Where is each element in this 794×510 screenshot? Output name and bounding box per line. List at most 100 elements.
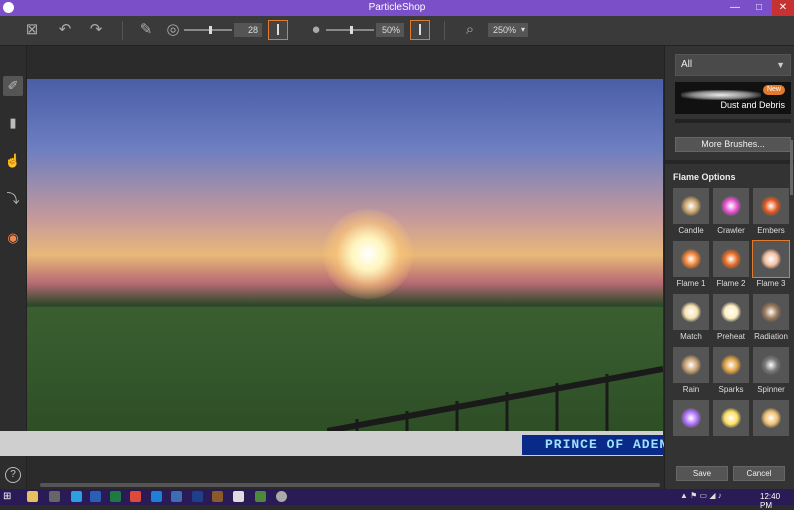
brush-label: Flame 2 <box>716 279 746 288</box>
panel-divider <box>665 160 794 164</box>
opacity-icon: ● <box>311 21 321 38</box>
particleshop-taskbar-icon[interactable] <box>276 491 287 502</box>
brush-thumbnail <box>673 188 709 224</box>
brush-thumbnail <box>753 188 789 224</box>
save-button[interactable]: Save <box>676 466 728 481</box>
brush-tile[interactable]: Flame 3 <box>752 240 790 291</box>
brush-tile[interactable]: Radiation <box>753 294 789 344</box>
brush-thumbnail <box>713 347 749 383</box>
toolbar: ⊠ ↶ ↷ ✎ ◎ 28 ● 50% ⌕ 250% ▾ <box>0 16 794 46</box>
brush-size-slider-knob[interactable] <box>209 26 212 34</box>
opacity-pressure-button[interactable] <box>410 20 430 40</box>
brush-preview-glow <box>721 302 741 322</box>
cancel-button[interactable]: Cancel <box>733 466 785 481</box>
brush-tile[interactable]: Sparks <box>713 347 749 397</box>
brush-pack-card[interactable]: New Dust and Debris <box>675 82 791 114</box>
close-button[interactable]: ✕ <box>772 0 794 16</box>
brush-preview-glow <box>761 408 781 428</box>
brush-label: Spinner <box>757 385 785 394</box>
brush-thumbnail <box>673 347 709 383</box>
opacity-value[interactable]: 50% <box>376 23 404 37</box>
brush-tile[interactable]: Embers <box>753 188 789 238</box>
photoshop-icon[interactable] <box>192 491 203 502</box>
clock: 12:40 PM <box>760 492 781 510</box>
brush-label: Crawler <box>717 226 745 235</box>
brush-tool-icon[interactable]: ✎ <box>136 20 156 40</box>
brush-label: Candle <box>678 226 704 235</box>
sun-glow <box>323 209 413 299</box>
brush-thumbnail <box>713 400 749 436</box>
brush-size-value[interactable]: 28 <box>234 23 262 37</box>
size-pressure-button[interactable] <box>268 20 288 40</box>
file-explorer-icon[interactable] <box>27 491 38 502</box>
eraser-icon[interactable]: ▮ <box>3 113 23 133</box>
brush-preview-glow <box>681 408 701 428</box>
zoom-icon[interactable]: ⌕ <box>460 20 480 40</box>
smudge-icon[interactable]: ☝ <box>3 151 23 171</box>
more-brushes-button[interactable]: More Brushes... <box>675 137 791 152</box>
brush-thumbnail <box>713 188 749 224</box>
brush-tile[interactable]: Rain <box>673 347 709 397</box>
app-icon[interactable] <box>233 491 244 502</box>
painter-icon[interactable] <box>212 491 223 502</box>
right-panel: All ▼ New Dust and Debris More Brushes..… <box>664 46 794 489</box>
category-dropdown[interactable]: All ▼ <box>675 54 791 76</box>
brush-tile[interactable]: Flame 1 <box>673 241 709 291</box>
maximize-button[interactable]: □ <box>748 0 770 16</box>
brush-tile[interactable] <box>753 400 789 450</box>
app-icon[interactable] <box>171 491 182 502</box>
brush-thumbnail <box>673 294 709 330</box>
brush-tile[interactable]: Candle <box>673 188 709 238</box>
chrome-icon[interactable] <box>130 491 141 502</box>
skype-icon[interactable] <box>71 491 82 502</box>
clear-canvas-icon[interactable]: ⊠ <box>22 20 42 40</box>
brush-pack-card[interactable] <box>675 119 791 123</box>
eyedropper-icon[interactable]: ⤵ <box>3 189 23 209</box>
system-tray-icons[interactable]: ▲ ⚑ ▭ ◢ ♪ <box>680 491 722 500</box>
brush-preview-glow <box>681 355 701 375</box>
toolbar-separator <box>122 21 123 40</box>
camera-app-icon[interactable] <box>49 491 60 502</box>
brush-tile[interactable] <box>713 400 749 450</box>
app-icon[interactable] <box>255 491 266 502</box>
horizontal-scrollbar[interactable] <box>40 483 660 487</box>
brush-tile[interactable]: Flame 2 <box>713 241 749 291</box>
brush-label: Radiation <box>754 332 788 341</box>
brush-tile[interactable]: Preheat <box>713 294 749 344</box>
excel-icon[interactable] <box>110 491 121 502</box>
zoom-dropdown[interactable]: 250% ▾ <box>488 23 528 37</box>
color-wheel-icon[interactable]: ◉ <box>3 228 23 248</box>
opacity-slider-knob[interactable] <box>350 26 353 34</box>
brush-label: Embers <box>757 226 785 235</box>
brush-tile[interactable] <box>673 400 709 450</box>
help-icon[interactable]: ? <box>5 467 21 483</box>
canvas-image[interactable] <box>27 79 663 431</box>
brush-preview-glow <box>681 302 701 322</box>
brush-tile[interactable]: Spinner <box>753 347 789 397</box>
opacity-slider[interactable] <box>326 26 374 34</box>
section-title: Flame Options <box>673 172 736 182</box>
brush-label: Flame 3 <box>756 279 786 288</box>
brush-pack-label: Dust and Debris <box>720 100 785 110</box>
watermark-band: PRINCE OF ADEN/ZYZOOM.NET <box>0 431 788 456</box>
vertical-scrollbar[interactable] <box>790 140 793 195</box>
brush-preview-glow <box>721 355 741 375</box>
brush-thumbnail <box>753 347 789 383</box>
brush-thumbnail <box>752 240 790 278</box>
word-icon[interactable] <box>90 491 101 502</box>
brush-thumbnail <box>673 400 709 436</box>
brush-size-slider[interactable] <box>184 26 232 34</box>
undo-icon[interactable]: ↶ <box>55 20 75 40</box>
brush-preview-glow <box>721 249 741 269</box>
redo-icon[interactable]: ↷ <box>86 20 106 40</box>
windows-start-icon[interactable]: ⊞ <box>3 492 13 502</box>
brush-thumbnail <box>713 294 749 330</box>
brush-tile[interactable]: Crawler <box>713 188 749 238</box>
brush-label: Preheat <box>716 332 746 341</box>
brush-label: Sparks <box>718 385 744 394</box>
internet-explorer-icon[interactable] <box>151 491 162 502</box>
brush-icon[interactable]: ✐ <box>3 76 23 96</box>
brush-tile[interactable]: Match <box>673 294 709 344</box>
brush-preview-glow <box>761 302 781 322</box>
minimize-button[interactable]: — <box>724 0 746 16</box>
